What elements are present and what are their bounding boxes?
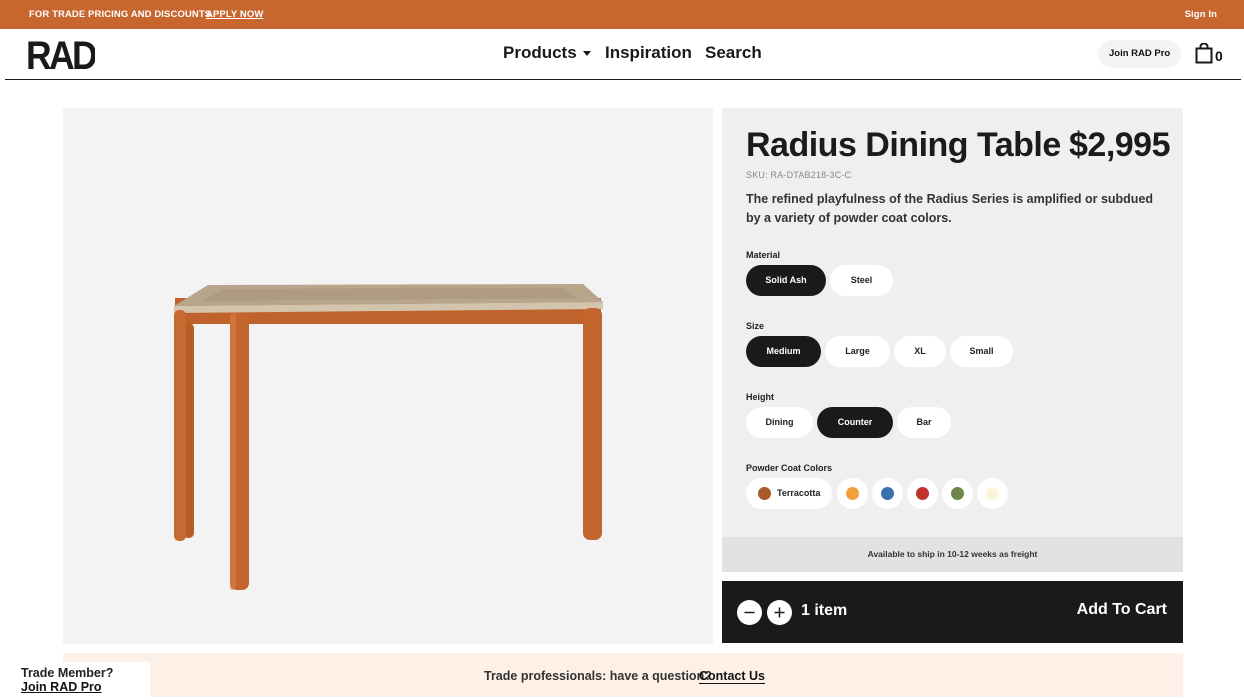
color-option-red[interactable] — [907, 478, 938, 509]
nav-products[interactable]: Products — [503, 43, 591, 63]
minus-icon — [744, 611, 755, 614]
increase-quantity-button[interactable] — [767, 600, 792, 625]
powder-coat-colors-label: Powder Coat Colors — [746, 463, 833, 473]
material-option-steel[interactable]: Steel — [830, 265, 893, 296]
color-option-cream[interactable] — [977, 478, 1008, 509]
join-rad-pro-button[interactable]: Join RAD Pro — [1098, 40, 1182, 68]
height-option-bar[interactable]: Bar — [897, 407, 951, 438]
size-option-xl[interactable]: XL — [894, 336, 946, 367]
nav-products-label: Products — [503, 43, 577, 62]
material-option-solid-ash[interactable]: Solid Ash — [746, 265, 826, 296]
rad-logo[interactable]: RAD — [26, 34, 100, 78]
decrease-quantity-button[interactable] — [737, 600, 762, 625]
color-dot-red — [916, 487, 929, 500]
height-option-counter[interactable]: Counter — [817, 407, 893, 438]
color-dot-green — [951, 487, 964, 500]
nav-inspiration[interactable]: Inspiration — [605, 43, 692, 63]
product-title: Radius Dining Table — [746, 126, 1061, 164]
color-dot-orange — [846, 487, 859, 500]
color-dot-blue — [881, 487, 894, 500]
color-dot-terracotta — [758, 487, 771, 500]
trade-member-title: Trade Member? — [21, 666, 114, 680]
join-rad-pro-link[interactable]: Join RAD Pro — [21, 680, 102, 694]
sign-in-link[interactable]: Sign In — [1185, 9, 1217, 20]
apply-now-link[interactable]: APPLY NOW — [206, 9, 263, 20]
product-image — [63, 108, 713, 644]
size-option-medium[interactable]: Medium — [746, 336, 821, 367]
height-option-dining[interactable]: Dining — [746, 407, 813, 438]
add-to-cart-bar: 1 item Add To Cart — [722, 581, 1183, 643]
product-details-panel: Radius Dining Table $2,995 SKU: RA-DTAB2… — [722, 108, 1183, 537]
shipping-notice: Available to ship in 10-12 weeks as frei… — [722, 537, 1183, 572]
promo-bar: FOR TRADE PRICING AND DISCOUNTS APPLY NO… — [0, 0, 1244, 29]
material-label: Material — [746, 250, 781, 260]
quantity-label: 1 item — [801, 602, 848, 619]
caret-down-icon — [582, 51, 591, 57]
site-header: RAD Products Inspiration Search Join RAD… — [5, 29, 1241, 80]
size-label: Size — [746, 321, 765, 331]
logo-text: RAD — [27, 38, 95, 70]
color-option-green[interactable] — [942, 478, 973, 509]
shopping-bag-icon[interactable] — [1195, 42, 1213, 69]
color-dot-cream — [986, 487, 999, 500]
product-description: The refined playfulness of the Radius Se… — [746, 192, 1154, 225]
size-option-small[interactable]: Small — [950, 336, 1013, 367]
color-option-blue[interactable] — [872, 478, 903, 509]
cart-count: 0 — [1215, 48, 1223, 64]
trade-question-bar: Trade professionals: have a question? Co… — [63, 653, 1183, 697]
height-label: Height — [746, 392, 774, 402]
add-to-cart-button[interactable]: Add To Cart — [1077, 601, 1167, 619]
size-option-large[interactable]: Large — [825, 336, 890, 367]
trade-question-text: Trade professionals: have a question? — [484, 669, 712, 683]
trade-member-widget: Trade Member? Join RAD Pro — [0, 662, 150, 700]
contact-us-link[interactable]: Contact Us — [699, 669, 765, 684]
product-sku: SKU: RA-DTAB218-3C-C — [746, 170, 852, 180]
product-price: $2,995 — [1069, 126, 1171, 164]
promo-text: FOR TRADE PRICING AND DISCOUNTS — [29, 9, 212, 20]
plus-icon — [774, 607, 785, 618]
color-option-terracotta[interactable]: Terracotta — [746, 478, 832, 509]
nav-search[interactable]: Search — [705, 43, 762, 63]
color-option-orange[interactable] — [837, 478, 868, 509]
color-option-terracotta-label: Terracotta — [777, 488, 821, 498]
